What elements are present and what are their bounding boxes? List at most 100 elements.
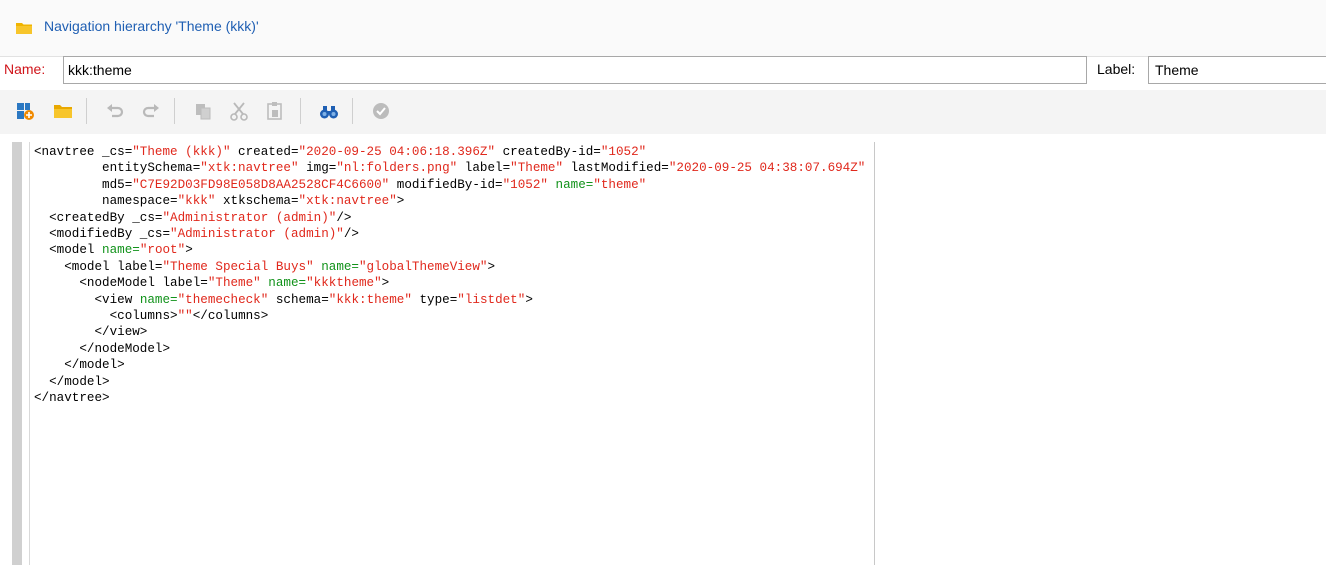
xml-editor[interactable]: <navtree _cs="Theme (kkk)" created="2020… bbox=[0, 138, 1326, 565]
gutter-divider bbox=[29, 142, 30, 565]
xml-text: namespace= bbox=[34, 194, 178, 209]
xml-text: <view bbox=[34, 292, 140, 307]
xml-text: /> bbox=[343, 227, 359, 242]
xml-text: > bbox=[185, 243, 193, 258]
title-bar: Navigation hierarchy 'Theme (kkk)' bbox=[0, 0, 1326, 57]
xml-text: > bbox=[487, 259, 496, 274]
toolbar-separator bbox=[174, 98, 175, 124]
xml-text: <modifiedBy _cs= bbox=[34, 227, 171, 242]
xml-text: > bbox=[525, 292, 533, 307]
copy-icon[interactable] bbox=[192, 100, 214, 122]
attr-value: "themecheck" bbox=[177, 292, 269, 307]
xml-text: > bbox=[396, 194, 405, 209]
attr-value: "xtk:navtree" bbox=[298, 194, 397, 209]
attr-value: "" bbox=[177, 309, 193, 324]
xml-text: schema= bbox=[268, 292, 329, 307]
xml-text: label= bbox=[457, 161, 511, 176]
name-attr: name= bbox=[321, 259, 359, 274]
code-line: md5="C7E92D03FD98E058D8AA2528CF4C6600" m… bbox=[34, 177, 865, 193]
xml-text: created= bbox=[230, 145, 299, 159]
attr-value: "xtk:navtree" bbox=[200, 161, 299, 176]
toolbar bbox=[0, 90, 1326, 134]
xml-text: <columns> bbox=[34, 309, 178, 324]
attr-value: "Administrator (admin)" bbox=[170, 227, 344, 242]
attr-value: "kkktheme" bbox=[306, 276, 382, 291]
xml-text: </view> bbox=[34, 325, 148, 340]
xml-text: <createdBy _cs= bbox=[34, 210, 163, 225]
xml-text: createdBy-id= bbox=[495, 145, 601, 159]
validate-icon[interactable] bbox=[370, 100, 392, 122]
name-attr: name= bbox=[555, 177, 594, 192]
new-icon[interactable] bbox=[14, 100, 36, 122]
code-line: <createdBy _cs="Administrator (admin)"/> bbox=[34, 210, 865, 226]
xml-text: type= bbox=[411, 292, 458, 307]
xml-text: modifiedBy-id= bbox=[389, 177, 503, 192]
window-title: Navigation hierarchy 'Theme (kkk)' bbox=[44, 18, 259, 34]
xml-text: </nodeModel> bbox=[34, 341, 171, 356]
attr-value: "2020-09-25 04:38:07.694Z" bbox=[668, 161, 866, 176]
attr-value: "theme" bbox=[593, 177, 647, 192]
attr-value: "Theme" bbox=[510, 161, 564, 176]
xml-text: </model> bbox=[34, 358, 125, 373]
code-line: <model label="Theme Special Buys" name="… bbox=[34, 259, 865, 275]
toolbar-separator bbox=[300, 98, 301, 124]
xml-text: </navtree> bbox=[34, 391, 110, 406]
attr-value: "Theme Special Buys" bbox=[162, 259, 314, 274]
code-line: </nodeModel> bbox=[34, 341, 865, 357]
toolbar-separator bbox=[86, 98, 87, 124]
redo-icon[interactable] bbox=[140, 100, 162, 122]
attr-value: "C7E92D03FD98E058D8AA2528CF4C6600" bbox=[132, 177, 390, 192]
xml-text bbox=[548, 178, 556, 192]
label-label: Label: bbox=[1097, 61, 1136, 77]
xml-text: <nodeModel label= bbox=[34, 276, 208, 291]
xml-text: > bbox=[381, 276, 390, 291]
editor-gutter bbox=[12, 142, 22, 565]
code-line: </view> bbox=[34, 324, 865, 340]
open-folder-icon[interactable] bbox=[52, 100, 74, 122]
attr-value: "Administrator (admin)" bbox=[162, 210, 337, 225]
attr-value: "1052" bbox=[600, 145, 647, 159]
xml-text: xtkschema= bbox=[215, 194, 299, 209]
code-line: </model> bbox=[34, 357, 865, 373]
folder-icon bbox=[16, 22, 32, 34]
code-line: <nodeModel label="Theme" name="kkktheme"… bbox=[34, 275, 865, 291]
attr-value: "1052" bbox=[502, 177, 548, 192]
code-line: <model name="root"> bbox=[34, 242, 865, 258]
code-line: entitySchema="xtk:navtree" img="nl:folde… bbox=[34, 160, 865, 176]
name-attr: name= bbox=[139, 292, 178, 307]
label-input[interactable] bbox=[1148, 56, 1326, 84]
name-input[interactable] bbox=[63, 56, 1087, 84]
cut-icon[interactable] bbox=[228, 100, 250, 122]
code-line: <navtree _cs="Theme (kkk)" created="2020… bbox=[34, 144, 865, 160]
xml-text: img= bbox=[298, 161, 337, 176]
attr-value: "root" bbox=[139, 243, 186, 258]
paste-icon[interactable] bbox=[264, 100, 286, 122]
editor-margin-line bbox=[874, 142, 875, 565]
code-line: </navtree> bbox=[34, 390, 865, 406]
xml-text: <navtree _cs= bbox=[34, 145, 133, 159]
xml-source[interactable]: <navtree _cs="Theme (kkk)" created="2020… bbox=[34, 144, 865, 407]
attr-value: "Theme (kkk)" bbox=[132, 145, 231, 159]
attr-value: "listdet" bbox=[457, 292, 526, 307]
xml-text: lastModified= bbox=[563, 161, 669, 176]
name-attr: name= bbox=[268, 276, 307, 291]
xml-text: entitySchema= bbox=[34, 161, 201, 176]
attr-value: "kkk:theme" bbox=[328, 292, 412, 307]
toolbar-separator bbox=[352, 98, 353, 124]
xml-text: md5= bbox=[34, 177, 133, 192]
undo-icon[interactable] bbox=[104, 100, 126, 122]
xml-text: </columns> bbox=[192, 309, 269, 324]
code-line: <modifiedBy _cs="Administrator (admin)"/… bbox=[34, 226, 865, 242]
name-attr: name= bbox=[102, 243, 140, 258]
attr-value: "2020-09-25 04:06:18.396Z" bbox=[298, 145, 496, 159]
find-icon[interactable] bbox=[318, 100, 340, 122]
code-line: </model> bbox=[34, 374, 865, 390]
xml-text: <model bbox=[34, 243, 103, 258]
code-line: namespace="kkk" xtkschema="xtk:navtree"> bbox=[34, 193, 865, 209]
xml-text: /> bbox=[336, 210, 352, 225]
attr-value: "globalThemeView" bbox=[359, 259, 488, 274]
attr-value: "Theme" bbox=[207, 276, 261, 291]
name-label: Name: bbox=[4, 61, 46, 77]
attr-value: "kkk" bbox=[177, 194, 216, 209]
xml-text: <model label= bbox=[34, 259, 163, 274]
